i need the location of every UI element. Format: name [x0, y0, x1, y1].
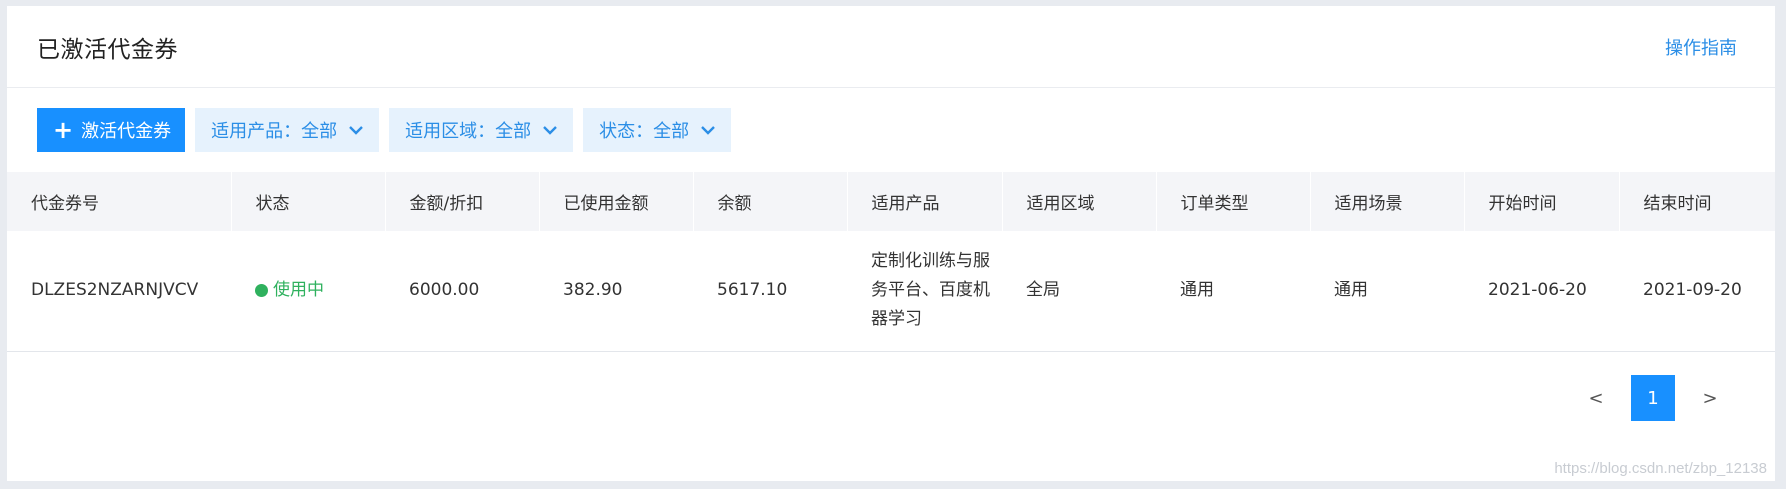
cell-scene: 通用: [1334, 280, 1368, 301]
cell-status: 使用中: [231, 231, 385, 351]
column-header-product: 适用产品: [847, 172, 1003, 231]
cell-region: 全局: [1026, 280, 1060, 301]
column-header-id: 代金券号: [7, 172, 232, 231]
product-text: 定制化训练与服务平台、百度机器学习: [871, 251, 990, 330]
coupon-table: 代金券号 状态 金额/折扣 已使用金额 余额 适用产品 适用区域 订单类型 适用…: [7, 172, 1775, 352]
column-header-start: 开始时间: [1464, 172, 1620, 231]
status-badge: 使用中: [255, 276, 385, 305]
column-header-status: 状态: [231, 172, 386, 231]
chevron-down-icon: [701, 126, 715, 135]
activate-coupon-label: 激活代金券: [81, 121, 172, 142]
cell-product: 定制化训练与服务平台、百度机器学习: [847, 231, 1002, 351]
filter-product-dropdown[interactable]: 适用产品：全部: [195, 108, 380, 152]
toolbar: + 激活代金券 适用产品：全部 适用区域：全部 状态：全部: [7, 88, 1775, 172]
coupon-panel: 已激活代金券 操作指南 + 激活代金券 适用产品：全部 适用区域：全部 状态：全…: [7, 6, 1775, 481]
plus-icon: +: [53, 116, 74, 144]
cell-used: 382.90: [563, 280, 623, 301]
status-dot-icon: [255, 284, 268, 298]
filter-region-label: 适用区域：全部: [405, 121, 532, 142]
column-header-scene: 适用场景: [1310, 172, 1465, 231]
column-header-region: 适用区域: [1002, 172, 1157, 231]
page-title: 已激活代金券: [37, 36, 178, 63]
column-header-end: 结束时间: [1643, 194, 1712, 214]
table-row: DLZES2NZARNJVCV 使用中 6000.00 382.90 5617.…: [7, 231, 1775, 351]
status-label: 使用中: [273, 280, 324, 301]
column-header-order-type: 订单类型: [1156, 172, 1311, 231]
filter-status-label: 状态：全部: [599, 121, 690, 142]
cell-coupon-id: DLZES2NZARNJVCV: [31, 280, 199, 301]
column-header-used: 已使用金额: [539, 172, 694, 231]
filter-product-label: 适用产品：全部: [211, 121, 338, 142]
panel-header: 已激活代金券 操作指南: [7, 6, 1775, 88]
chevron-down-icon: [543, 126, 557, 135]
filter-status-dropdown[interactable]: 状态：全部: [583, 108, 732, 152]
next-page-button[interactable]: >: [1695, 388, 1725, 409]
cell-order-type: 通用: [1180, 280, 1214, 301]
page-1-button[interactable]: 1: [1631, 375, 1675, 421]
prev-page-button[interactable]: <: [1581, 388, 1611, 409]
filter-region-dropdown[interactable]: 适用区域：全部: [389, 108, 574, 152]
chevron-down-icon: [349, 126, 363, 135]
watermark: https://blog.csdn.net/zbp_12138: [1554, 460, 1767, 477]
cell-amount: 6000.00: [409, 280, 480, 301]
table-header-row: 代金券号 状态 金额/折扣 已使用金额 余额 适用产品 适用区域 订单类型 适用…: [7, 172, 1775, 231]
guide-link[interactable]: 操作指南: [1665, 34, 1737, 60]
column-header-balance: 余额: [693, 172, 848, 231]
column-header-amount: 金额/折扣: [385, 172, 540, 231]
activate-coupon-button[interactable]: + 激活代金券: [37, 108, 186, 152]
cell-balance: 5617.10: [717, 280, 788, 301]
pagination: < 1 >: [1581, 375, 1725, 421]
cell-start: 2021-06-20: [1488, 280, 1587, 301]
cell-end: 2021-09-20: [1643, 280, 1742, 301]
